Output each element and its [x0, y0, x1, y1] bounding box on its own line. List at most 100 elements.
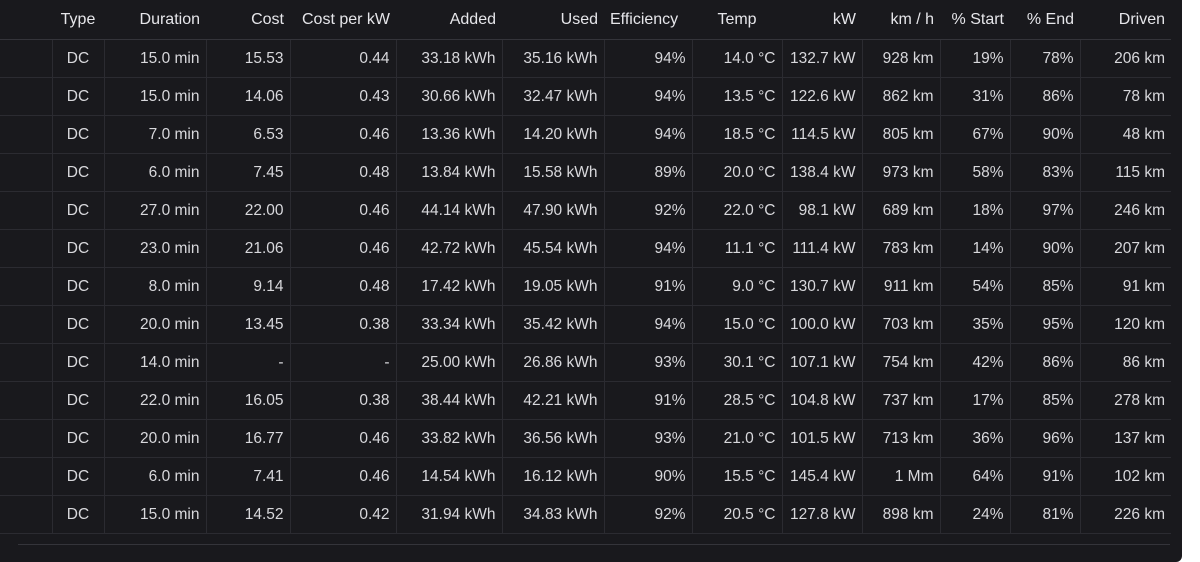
- table-row[interactable]: DC 6.0 min 7.41 0.46 14.54 kWh 16.12 kWh…: [0, 457, 1171, 496]
- table-row[interactable]: DC 6.0 min 7.45 0.48 13.84 kWh 15.58 kWh…: [0, 153, 1171, 192]
- cell-added: 17.42 kWh: [395, 267, 502, 306]
- cell-cost-link[interactable]: 16.77: [205, 419, 290, 458]
- header-temp[interactable]: Temp: [692, 0, 782, 40]
- cell-temp: 20.0 °C: [691, 153, 782, 192]
- cell-start: 14%: [939, 229, 1010, 268]
- cell-driven: 115 km: [1079, 153, 1171, 192]
- table-row[interactable]: DC 15.0 min 15.53 0.44 33.18 kWh 35.16 k…: [0, 39, 1171, 78]
- cell-driven: 91 km: [1079, 267, 1171, 306]
- cell-km-h: 713 km: [861, 419, 940, 458]
- header-kw[interactable]: kW: [782, 0, 862, 40]
- cell-added: 33.34 kWh: [395, 305, 502, 344]
- table-row[interactable]: DC 15.0 min 14.06 0.43 30.66 kWh 32.47 k…: [0, 77, 1171, 116]
- cell-cost-link[interactable]: 22.00: [205, 191, 290, 230]
- table-row[interactable]: DC 15.0 min 14.52 0.42 31.94 kWh 34.83 k…: [0, 495, 1171, 534]
- cell-used: 19.05 kWh: [501, 267, 604, 306]
- cell-efficiency: 94%: [603, 115, 692, 154]
- header-type[interactable]: Type: [52, 0, 104, 40]
- table-row[interactable]: DC 22.0 min 16.05 0.38 38.44 kWh 42.21 k…: [0, 381, 1171, 420]
- cell-kw: 107.1 kW: [781, 343, 862, 382]
- cell-temp: 14.0 °C: [691, 39, 782, 78]
- cell-cost-link[interactable]: 16.05: [205, 381, 290, 420]
- header-start[interactable]: % Start: [940, 0, 1010, 40]
- table-row[interactable]: DC 7.0 min 6.53 0.46 13.36 kWh 14.20 kWh…: [0, 115, 1171, 154]
- cell-start: 19%: [939, 39, 1010, 78]
- cell-used: 35.16 kWh: [501, 39, 604, 78]
- cell-km-h: 754 km: [861, 343, 940, 382]
- cell-efficiency: 94%: [603, 229, 692, 268]
- cell-cost-link[interactable]: 7.45: [205, 153, 290, 192]
- cell-efficiency: 94%: [603, 77, 692, 116]
- cell-temp: 28.5 °C: [691, 381, 782, 420]
- cell-km-h: 737 km: [861, 381, 940, 420]
- header-driven[interactable]: Driven: [1080, 0, 1171, 40]
- cell-driven: 48 km: [1079, 115, 1171, 154]
- table-row[interactable]: DC 27.0 min 22.00 0.46 44.14 kWh 47.90 k…: [0, 191, 1171, 230]
- cell-kw: 130.7 kW: [781, 267, 862, 306]
- cell-kw: 98.1 kW: [781, 191, 862, 230]
- charges-table: Type Duration Cost Cost per kW Added Use…: [0, 0, 1171, 534]
- cell-used: 42.21 kWh: [501, 381, 604, 420]
- cell-cost-per-kw: 0.46: [289, 229, 396, 268]
- header-added[interactable]: Added: [396, 0, 502, 40]
- cell-start: 24%: [939, 495, 1010, 534]
- cell-driven: 78 km: [1079, 77, 1171, 116]
- cell-cost-link[interactable]: 14.06: [205, 77, 290, 116]
- cell-duration: 6.0 min: [103, 457, 206, 496]
- cell-used: 45.54 kWh: [501, 229, 604, 268]
- cell-type: DC: [51, 381, 104, 420]
- table-row[interactable]: DC 14.0 min - - 25.00 kWh 26.86 kWh 93% …: [0, 343, 1171, 382]
- cell-used: 47.90 kWh: [501, 191, 604, 230]
- row-gutter: [0, 191, 52, 230]
- cell-cost-link[interactable]: 13.45: [205, 305, 290, 344]
- cell-used: 34.83 kWh: [501, 495, 604, 534]
- cell-km-h: 862 km: [861, 77, 940, 116]
- header-end[interactable]: % End: [1010, 0, 1080, 40]
- cell-cost-link[interactable]: 6.53: [205, 115, 290, 154]
- cell-cost-link[interactable]: 14.52: [205, 495, 290, 534]
- cell-end: 86%: [1009, 343, 1080, 382]
- cell-km-h: 689 km: [861, 191, 940, 230]
- header-cost-per-kw[interactable]: Cost per kW: [290, 0, 396, 40]
- cell-driven: 120 km: [1079, 305, 1171, 344]
- cell-cost-per-kw: 0.38: [289, 305, 396, 344]
- cell-type: DC: [51, 419, 104, 458]
- row-gutter: [0, 77, 52, 116]
- header-km-h[interactable]: km / h: [862, 0, 940, 40]
- cell-type: DC: [51, 39, 104, 78]
- header-efficiency[interactable]: Efficiency: [604, 0, 692, 40]
- cell-cost-link[interactable]: 7.41: [205, 457, 290, 496]
- cell-end: 97%: [1009, 191, 1080, 230]
- cell-cost-per-kw: 0.46: [289, 115, 396, 154]
- cell-start: 36%: [939, 419, 1010, 458]
- cell-efficiency: 89%: [603, 153, 692, 192]
- cell-driven: 137 km: [1079, 419, 1171, 458]
- cell-cost-link[interactable]: -: [205, 343, 290, 382]
- table-row[interactable]: DC 20.0 min 13.45 0.38 33.34 kWh 35.42 k…: [0, 305, 1171, 344]
- cell-duration: 14.0 min: [103, 343, 206, 382]
- header-cost[interactable]: Cost: [206, 0, 290, 40]
- cell-type: DC: [51, 115, 104, 154]
- cell-efficiency: 93%: [603, 343, 692, 382]
- header-used[interactable]: Used: [502, 0, 604, 40]
- cell-type: DC: [51, 191, 104, 230]
- cell-used: 36.56 kWh: [501, 419, 604, 458]
- header-duration[interactable]: Duration: [104, 0, 206, 40]
- cell-type: DC: [51, 229, 104, 268]
- cell-kw: 122.6 kW: [781, 77, 862, 116]
- cell-cost-link[interactable]: 21.06: [205, 229, 290, 268]
- cell-used: 35.42 kWh: [501, 305, 604, 344]
- table-row[interactable]: DC 8.0 min 9.14 0.48 17.42 kWh 19.05 kWh…: [0, 267, 1171, 306]
- table-row[interactable]: DC 20.0 min 16.77 0.46 33.82 kWh 36.56 k…: [0, 419, 1171, 458]
- cell-cost-per-kw: 0.44: [289, 39, 396, 78]
- cell-efficiency: 92%: [603, 191, 692, 230]
- table-body: DC 15.0 min 15.53 0.44 33.18 kWh 35.16 k…: [0, 39, 1171, 534]
- cell-cost-link[interactable]: 15.53: [205, 39, 290, 78]
- cell-km-h: 973 km: [861, 153, 940, 192]
- cell-cost-per-kw: 0.48: [289, 267, 396, 306]
- cell-cost-link[interactable]: 9.14: [205, 267, 290, 306]
- cell-end: 81%: [1009, 495, 1080, 534]
- table-row[interactable]: DC 23.0 min 21.06 0.46 42.72 kWh 45.54 k…: [0, 229, 1171, 268]
- cell-temp: 22.0 °C: [691, 191, 782, 230]
- cell-temp: 9.0 °C: [691, 267, 782, 306]
